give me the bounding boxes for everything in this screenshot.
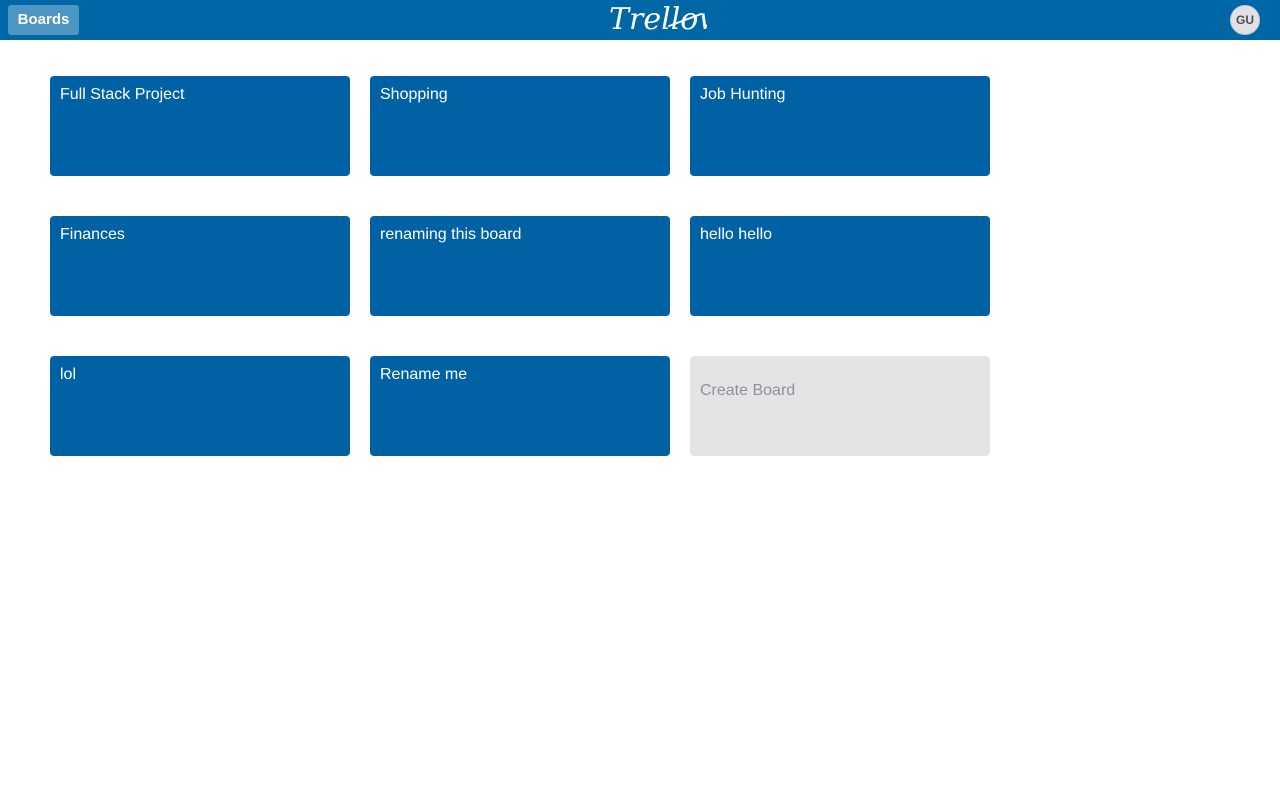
user-avatar[interactable]: GU <box>1230 5 1260 35</box>
board-tile[interactable]: lol <box>50 356 350 456</box>
board-title: renaming this board <box>380 226 522 243</box>
boards-button[interactable]: Boards <box>8 5 79 35</box>
board-tile[interactable]: Job Hunting <box>690 76 990 176</box>
board-title: Shopping <box>380 86 448 103</box>
board-tile[interactable]: Shopping <box>370 76 670 176</box>
create-board-label: Create Board <box>700 382 796 399</box>
board-title: Full Stack Project <box>60 86 185 103</box>
board-title: hello hello <box>700 226 773 243</box>
create-board-button[interactable]: Create Board <box>690 356 990 456</box>
top-navigation-bar: Boards Trellow GU <box>0 0 1280 40</box>
board-tile[interactable]: renaming this board <box>370 216 670 316</box>
board-tile[interactable]: hello hello <box>690 216 990 316</box>
board-title: lol <box>60 366 77 383</box>
board-tile[interactable]: Rename me <box>370 356 670 456</box>
board-tile[interactable]: Full Stack Project <box>50 76 350 176</box>
boards-grid: Full Stack Project Shopping Job Hunting … <box>50 76 990 456</box>
app-logo[interactable]: Trellow <box>607 0 707 40</box>
board-title: Rename me <box>380 366 468 383</box>
board-title: Finances <box>60 226 125 243</box>
logo-text: Trellow <box>609 2 707 37</box>
board-tile[interactable]: Finances <box>50 216 350 316</box>
board-title: Job Hunting <box>700 86 786 103</box>
